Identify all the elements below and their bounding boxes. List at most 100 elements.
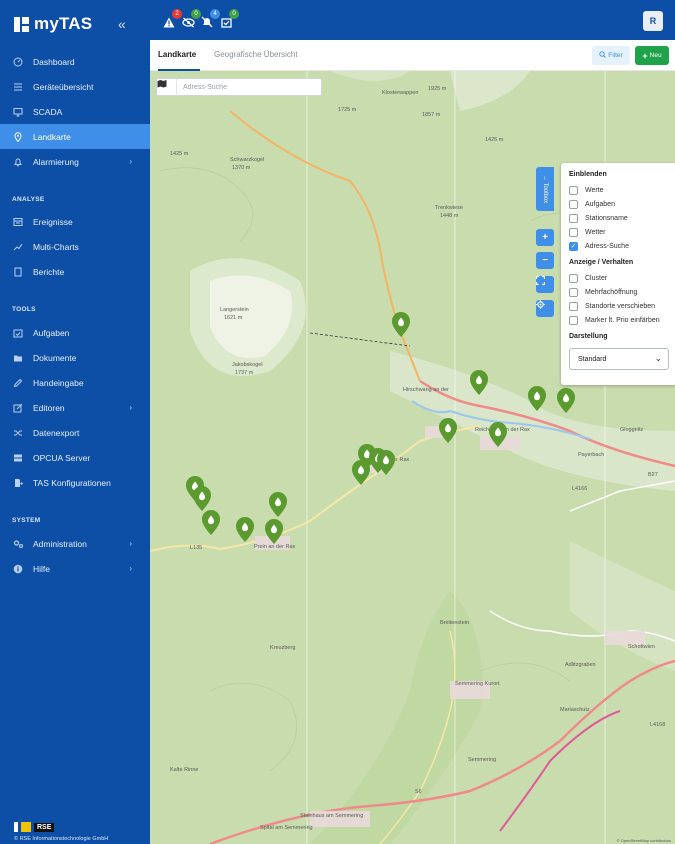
sidebar-item-hilfe[interactable]: Hilfe › [0,556,150,581]
tab-landkarte[interactable]: Landkarte [158,50,196,59]
file-export-icon [12,477,24,489]
sidebar-item-tas-konfigurationen[interactable]: TAS Konfigurationen [0,470,150,495]
map-label: Jakobskogel [232,362,263,368]
chevron-right-icon: › [129,403,132,412]
sidebar-item-dashboard[interactable]: Dashboard [0,49,150,74]
toolbox-heading-verhalten: Anzeige / Verhalten [569,259,634,266]
sidebar-item-label: Handeingabe [33,377,84,388]
checkbox-adress-suche[interactable]: ✓ Adress-Suche [569,239,675,253]
system-nav: Administration › Hilfe › [0,531,150,581]
checkbox-wetter[interactable]: Wetter [569,225,675,239]
alarm-muted-button[interactable]: 4 [200,9,220,29]
address-search-input[interactable] [177,83,317,91]
checkbox-box[interactable] [569,227,578,237]
folder-icon [12,352,24,364]
brand-logo-icon [14,16,29,32]
expand-icon [536,276,545,285]
checkbox-standorte-verschieben[interactable]: Standorte verschieben [569,299,675,313]
collapse-sidebar-button[interactable]: « [118,16,126,32]
sidebar-item-label: Landkarte [33,131,71,142]
map-label: Mariaschutz [560,707,590,713]
checkbox-box[interactable] [569,185,578,195]
checkbox-box[interactable] [569,301,578,311]
sidebar-item-alarmierung[interactable]: Alarmierung › [0,149,150,174]
map-pin-icon [12,131,24,143]
user-avatar[interactable]: R [643,11,663,31]
checkbox-mehrfachoeffnung[interactable]: Mehrfachöffnung [569,285,675,299]
sidebar-item-editoren[interactable]: Editoren › [0,395,150,420]
alarm-warning-button[interactable]: 2 [162,9,182,29]
sidebar: myTAS « Dashboard Geräteübersicht SCADA … [0,0,150,844]
locate-button[interactable] [536,300,554,317]
sidebar-item-datenexport[interactable]: Datenexport [0,420,150,445]
filter-button[interactable]: Filter [592,46,630,65]
sidebar-item-geraeteuebersicht[interactable]: Geräteübersicht [0,74,150,99]
checkbox-cluster[interactable]: Cluster [569,271,675,285]
sidebar-item-opcua-server[interactable]: OPCUA Server [0,445,150,470]
tabs-bar: Landkarte Geografische Übersicht Filter … [150,40,675,71]
footer-logo-text: RSE [34,822,55,832]
checkbox-box[interactable] [569,273,578,283]
section-label-system: SYSTEM [12,517,41,524]
analyse-nav: Ereignisse Multi-Charts Berichte [0,209,150,284]
sidebar-item-berichte[interactable]: Berichte [0,259,150,284]
map-attribution[interactable]: © OpenStreetMap contributors [617,838,671,843]
darstellung-select[interactable]: Standard ⌄ [569,348,669,370]
sidebar-item-label: Alarmierung [33,156,79,167]
brand-title: myTAS [34,14,93,33]
map-view[interactable]: Klosterwappen 1925 m 1857 m 1425 m 1725 … [150,71,675,844]
sidebar-item-label: Aufgaben [33,327,70,338]
checkbox-label: Standorte verschieben [585,302,656,310]
cogs-icon [12,538,24,550]
check-icon: ✓ [570,243,577,250]
map-label: S6 [415,789,422,795]
checkbox-box[interactable] [569,199,578,209]
checkbox-aufgaben[interactable]: Aufgaben [569,197,675,211]
checkbox-label: Mehrfachöffnung [585,288,638,296]
sidebar-item-label: OPCUA Server [33,452,91,463]
zoom-out-button[interactable]: − [536,252,554,269]
map-label: 1370 m [232,165,251,171]
map-label: Semmering Kurort [455,681,500,687]
checkbox-label: Werte [585,186,604,194]
fit-bounds-button[interactable] [536,276,554,293]
toolbox-heading-einblenden: Einblenden [569,171,607,178]
filter-button-label: Filter [608,52,623,59]
map-label: Schwarzkogel [230,157,264,163]
toolbox-heading-darstellung: Darstellung [569,333,608,340]
checkbox-werte[interactable]: Werte [569,183,675,197]
sidebar-item-multi-charts[interactable]: Multi-Charts [0,234,150,259]
shuffle-icon [12,427,24,439]
sidebar-item-label: Datenexport [33,427,80,438]
sidebar-item-dokumente[interactable]: Dokumente [0,345,150,370]
events-icon [12,216,24,228]
sidebar-item-landkarte[interactable]: Landkarte [0,124,150,149]
map-label: Payerbach [578,452,604,458]
sidebar-item-handeingabe[interactable]: Handeingabe [0,370,150,395]
zoom-in-button[interactable]: + [536,229,554,246]
checkbox-box[interactable] [569,315,578,325]
tasks-button[interactable]: 0 [219,9,239,29]
tab-geografische-uebersicht[interactable]: Geografische Übersicht [214,50,298,59]
map-label: Gloggnitz [620,427,643,433]
footer-copyright: © RSE Informationstechnologie GmbH [14,836,109,842]
checkbox-box[interactable] [569,213,578,223]
sidebar-item-ereignisse[interactable]: Ereignisse [0,209,150,234]
brand[interactable]: myTAS [14,14,92,34]
new-button[interactable]: + Neu [635,46,669,65]
sidebar-item-aufgaben[interactable]: Aufgaben [0,320,150,345]
toolbox-toggle-button[interactable]: → Toolbox [536,167,554,211]
sidebar-item-scada[interactable]: SCADA [0,99,150,124]
sidebar-item-label: SCADA [33,106,63,117]
checkbox-label: Marker lt. Prio einfärben [585,316,660,324]
checkbox-stationsname[interactable]: Stationsname [569,211,675,225]
sidebar-item-administration[interactable]: Administration › [0,531,150,556]
map-label: Klosterwappen [382,90,418,96]
alarm-hidden-button[interactable]: 0 [181,9,201,29]
checkbox-box-checked[interactable]: ✓ [569,241,578,251]
line-chart-icon [12,241,24,253]
checkbox-marker-prio[interactable]: Marker lt. Prio einfärben [569,313,675,327]
map-label: Spital am Semmering [260,825,313,831]
new-button-label: Neu [649,52,662,59]
checkbox-box[interactable] [569,287,578,297]
